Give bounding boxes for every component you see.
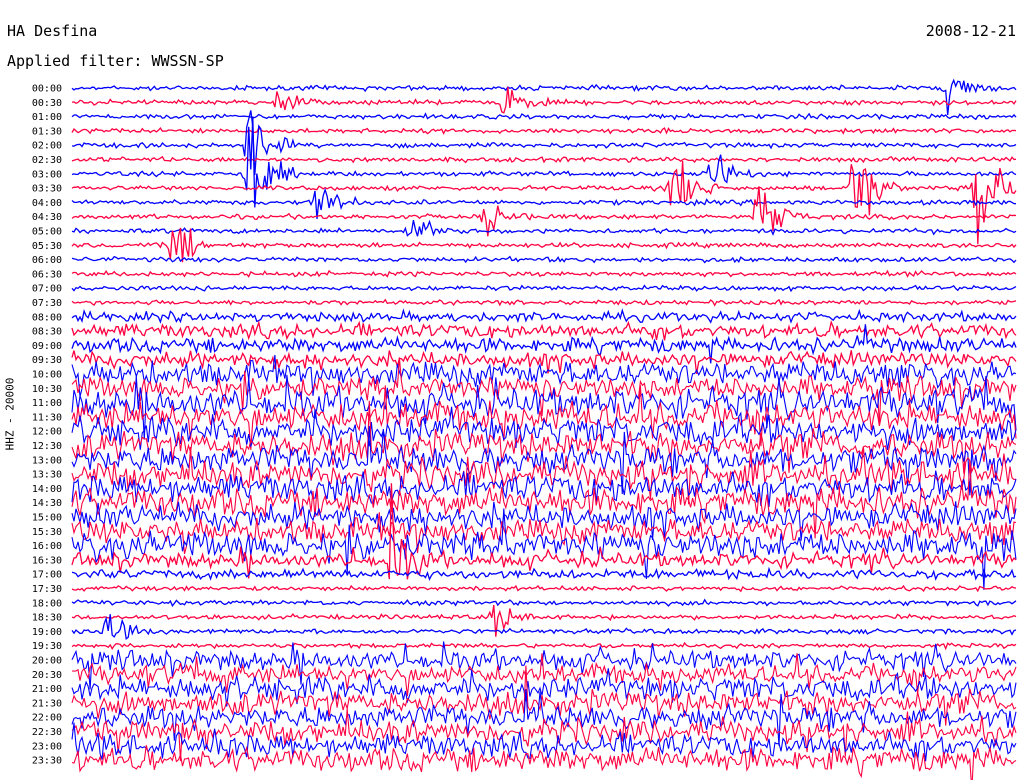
row-label: 10:30: [32, 384, 62, 395]
row-label: 16:30: [32, 555, 62, 566]
trace-row: [71, 78, 1017, 115]
trace-row: [71, 298, 1017, 307]
trace-row: [71, 598, 1017, 608]
row-label: 23:30: [32, 756, 62, 767]
trace-row: [71, 155, 1017, 164]
row-label: 18:00: [32, 598, 62, 609]
row-label: 19:30: [32, 641, 62, 652]
row-label: 02:30: [32, 155, 62, 166]
trace-row: [71, 110, 1017, 176]
trace-row: [71, 219, 1017, 237]
row-label: 04:30: [32, 212, 62, 223]
row-label: 20:00: [32, 656, 62, 667]
row-label: 15:30: [32, 527, 62, 538]
row-label: 21:00: [32, 684, 62, 695]
row-label: 07:00: [32, 284, 62, 295]
row-label: 05:00: [32, 227, 62, 238]
row-label: 14:00: [32, 484, 62, 495]
row-label: 22:00: [32, 713, 62, 724]
trace-row: [71, 86, 1017, 114]
trace-row: [71, 653, 1017, 697]
row-label: 12:30: [32, 441, 62, 452]
row-label: 01:00: [32, 112, 62, 123]
date-label: 2008-12-21: [925, 22, 1016, 40]
row-label: 15:00: [32, 513, 62, 524]
row-label: 06:00: [32, 255, 62, 266]
row-label: 17:30: [32, 584, 62, 595]
row-label: 01:30: [32, 126, 62, 137]
helicorder-plot: 00:00 00:30 01:00 01:30 02:00 02:30 03:00 03:30…: [32, 78, 1017, 780]
row-labels: 00:00 00:30 01:00 01:30 02:00 02:30 03:00 03:30…: [32, 84, 62, 767]
row-label: 11:00: [32, 398, 62, 409]
row-label: 00:30: [32, 98, 62, 109]
row-label: 20:30: [32, 670, 62, 681]
trace-row: [71, 584, 1017, 593]
row-label: 10:00: [32, 370, 62, 381]
row-label: 04:00: [32, 198, 62, 209]
row-label: 06:30: [32, 269, 62, 280]
row-label: 09:30: [32, 355, 62, 366]
channel-label: HHZ - 20000: [3, 377, 17, 451]
row-label: 03:30: [32, 184, 62, 195]
row-label: 23:00: [32, 741, 62, 752]
row-label: 21:30: [32, 698, 62, 709]
row-label: 17:00: [32, 570, 62, 581]
trace-row: [71, 425, 1017, 496]
trace-row: [71, 284, 1017, 293]
row-label: 08:30: [32, 327, 62, 338]
trace-row: [71, 255, 1017, 264]
row-label: 14:30: [32, 498, 62, 509]
row-label: 16:00: [32, 541, 62, 552]
row-label: 22:30: [32, 727, 62, 738]
station-title: HA Desfina: [7, 22, 98, 40]
row-label: 07:30: [32, 298, 62, 309]
trace-row: [71, 269, 1017, 278]
row-label: 18:30: [32, 613, 62, 624]
trace-row: [71, 112, 1017, 121]
row-label: 12:00: [32, 427, 62, 438]
trace-row: [71, 320, 1017, 341]
trace-row: [71, 186, 1017, 237]
trace-row: [71, 641, 1017, 651]
helicorder-page: 00:00 00:30 01:00 01:30 02:00 02:30 03:00 03:30…: [0, 0, 1024, 780]
filter-label: Applied filter: WWSSN-SP: [7, 52, 224, 70]
row-label: 03:00: [32, 169, 62, 180]
trace-row: [71, 566, 1017, 582]
row-label: 05:30: [32, 241, 62, 252]
row-label: 00:00: [32, 84, 62, 95]
row-label: 19:00: [32, 627, 62, 638]
row-label: 08:00: [32, 312, 62, 323]
row-label: 11:30: [32, 412, 62, 423]
row-label: 13:30: [32, 470, 62, 481]
row-label: 13:00: [32, 455, 62, 466]
row-label: 02:00: [32, 141, 62, 152]
seismogram-traces: [71, 78, 1017, 780]
trace-row: [71, 308, 1017, 324]
row-label: 09:00: [32, 341, 62, 352]
trace-row: [71, 127, 1017, 135]
